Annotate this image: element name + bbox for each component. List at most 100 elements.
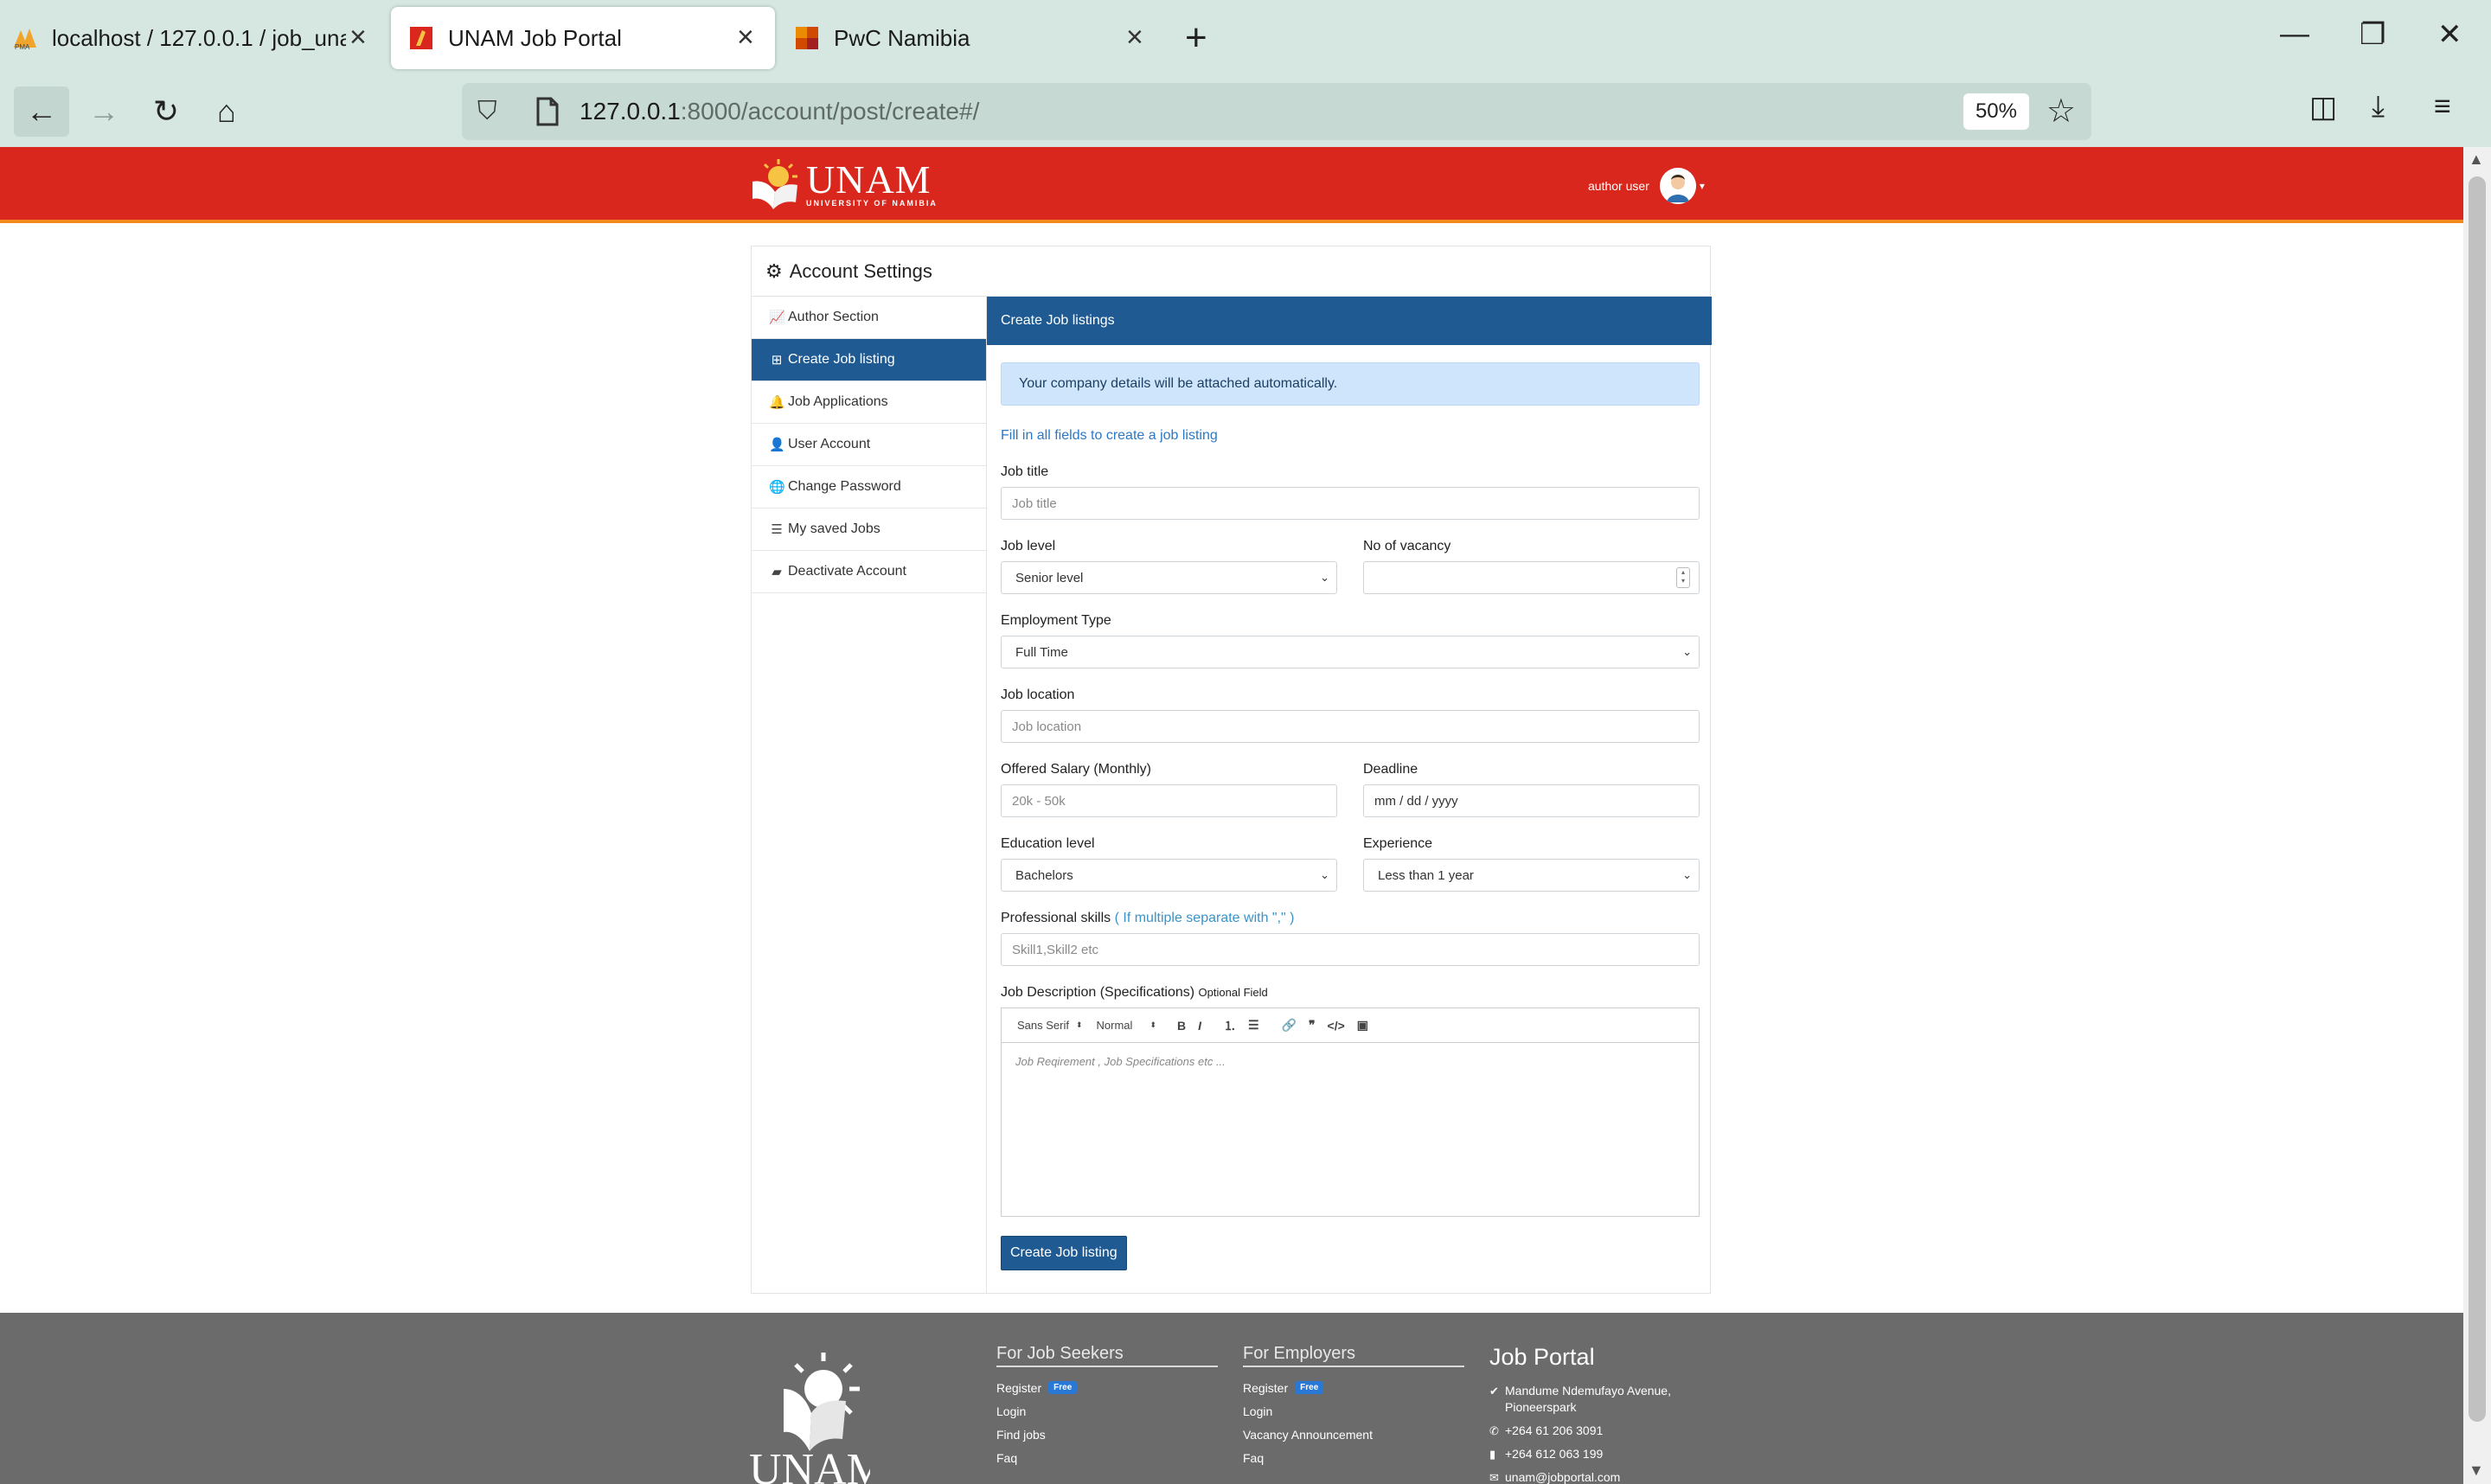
link-icon[interactable]: 🔗 (1282, 1018, 1297, 1033)
address-text: Mandume Ndemufayo Avenue, Pioneerspark (1505, 1384, 1671, 1414)
salary-input[interactable]: 20k - 50k (1001, 784, 1337, 817)
footer-phone: ✆ +264 61 206 3091 (1489, 1423, 1714, 1439)
create-job-listing-button[interactable]: Create Job listing (1001, 1236, 1127, 1270)
menu-icon[interactable]: ≡ (2434, 90, 2451, 124)
code-icon[interactable]: </> (1328, 1019, 1345, 1033)
avatar-person-icon (1659, 168, 1696, 204)
scroll-up-icon[interactable]: ▲ (2469, 150, 2484, 169)
home-icon[interactable]: ⌂ (199, 86, 254, 137)
new-tab-icon[interactable]: + (1185, 19, 1207, 57)
vacancy-number-input[interactable]: ▴ ▾ (1363, 561, 1700, 594)
deadline-date-input[interactable]: mm / dd / yyyy (1363, 784, 1700, 817)
zoom-level-button[interactable]: 50% (1963, 93, 2029, 130)
free-badge: Free (1295, 1381, 1324, 1394)
footer-vacancy-announcement-link[interactable]: Vacancy Announcement (1243, 1423, 1464, 1446)
close-tab-icon[interactable]: × (1126, 22, 1143, 52)
address-bar[interactable]: ⛉ 127.0.0.1:8000/account/post/create#/ 5… (462, 83, 2091, 140)
font-family-select[interactable]: Sans Serif ⬍ (1017, 1019, 1083, 1032)
sidebar-item-label: My saved Jobs (788, 521, 880, 536)
link-text: Register (996, 1380, 1042, 1395)
job-location-label: Job location (1001, 688, 1075, 702)
list-icon: ☰ (771, 522, 783, 537)
scrollbar-thumb[interactable] (2469, 176, 2486, 1422)
email-text: unam@jobportal.com (1505, 1470, 1621, 1484)
footer-contact: Job Portal ✔ Mandume Ndemufayo Avenue, Pi… (1489, 1344, 1714, 1484)
sidebar-item-job-applications[interactable]: 🔔 Job Applications (752, 381, 986, 424)
footer-employers-register-link[interactable]: Register Free (1243, 1376, 1464, 1399)
avatar[interactable] (1659, 168, 1696, 204)
editor-content-area[interactable] (1002, 1043, 1699, 1216)
ordered-list-icon[interactable]: ⒈ (1224, 1017, 1236, 1034)
tab-unam-job-portal[interactable]: UNAM Job Portal × (391, 7, 775, 69)
sidebar-item-deactivate-account[interactable]: ▰ Deactivate Account (752, 551, 986, 593)
deadline-label: Deadline (1363, 762, 1418, 777)
footer-employers-faq-link[interactable]: Faq (1243, 1446, 1464, 1469)
chevron-down-icon: ⌄ (1320, 868, 1329, 881)
download-icon[interactable]: ⤓ (2372, 90, 2385, 124)
pocket-icon[interactable]: ◫ (2309, 90, 2337, 125)
back-icon[interactable]: ← (14, 86, 69, 137)
restore-icon[interactable]: ❐ (2360, 17, 2385, 52)
minimize-icon[interactable]: — (2280, 17, 2309, 51)
sidebar-item-change-password[interactable]: 🌐 Change Password (752, 466, 986, 509)
job-title-input[interactable]: Job title (1001, 487, 1700, 520)
bullet-list-icon[interactable]: ☰ (1248, 1018, 1259, 1033)
sidebar-item-label: Deactivate Account (788, 564, 906, 579)
tab-pwc-namibia[interactable]: PwC Namibia × (794, 7, 1157, 69)
reload-icon[interactable]: ↻ (138, 86, 194, 137)
url-text[interactable]: 127.0.0.1:8000/account/post/create#/ (580, 98, 979, 125)
chevron-down-icon: ⌄ (1682, 645, 1692, 658)
sidebar-item-create-job-listing[interactable]: ⊞ Create Job listing (752, 339, 986, 381)
phone-icon: ✆ (1489, 1424, 1499, 1437)
experience-select[interactable]: Less than 1 year ⌄ (1363, 859, 1700, 892)
unam-sun-book-icon (752, 159, 797, 209)
close-tab-icon[interactable]: × (349, 22, 367, 52)
user-menu[interactable]: author user ▾ (1588, 168, 1705, 204)
experience-value: Less than 1 year (1378, 867, 1474, 883)
footer-employers-title: For Employers (1243, 1344, 1464, 1367)
job-level-select[interactable]: Senior level ⌄ (1001, 561, 1337, 594)
footer-find-jobs-link[interactable]: Find jobs (996, 1423, 1218, 1446)
blockquote-icon[interactable]: ❞ (1309, 1018, 1316, 1033)
education-select[interactable]: Bachelors ⌄ (1001, 859, 1337, 892)
employment-type-select[interactable]: Full Time ⌄ (1001, 636, 1700, 668)
sidebar-item-my-saved-jobs[interactable]: ☰ My saved Jobs (752, 509, 986, 551)
user-name: author user (1588, 179, 1649, 193)
user-cog-icon: 👤 (769, 438, 785, 452)
folder-icon: ▰ (772, 565, 782, 579)
url-host: 127.0.0.1 (580, 98, 681, 125)
page-scrollbar[interactable]: ▲ ▼ (2463, 147, 2491, 1484)
optional-field-note: Optional Field (1198, 986, 1268, 999)
tab-title: localhost / 127.0.0.1 / job_unam (52, 24, 346, 51)
footer-seekers-register-link[interactable]: Register Free (996, 1376, 1218, 1399)
font-size-select[interactable]: Normal ⬍ (1097, 1019, 1156, 1032)
close-window-icon[interactable]: ✕ (2437, 17, 2462, 52)
shield-icon[interactable]: ⛉ (477, 97, 512, 126)
bold-icon[interactable]: B (1177, 1019, 1186, 1033)
plus-square-icon: ⊞ (771, 353, 783, 368)
job-location-input[interactable]: Job location (1001, 710, 1700, 743)
job-level-label: Job level (1001, 539, 1056, 553)
scroll-down-icon[interactable]: ▼ (2469, 1462, 2484, 1480)
footer-email[interactable]: ✉ unam@jobportal.com (1489, 1469, 1714, 1484)
number-spinner-icon[interactable]: ▴ ▾ (1676, 567, 1690, 588)
unam-logo[interactable]: UNAM UNIVERSITY OF NAMIBIA (749, 157, 938, 211)
image-icon[interactable]: ▣ (1357, 1018, 1368, 1033)
bookmark-star-icon[interactable]: ☆ (2046, 92, 2076, 131)
footer-seekers-faq-link[interactable]: Faq (996, 1446, 1218, 1469)
skills-input[interactable]: Skill1,Skill2 etc (1001, 933, 1700, 966)
sidebar-item-author-section[interactable]: 📈 Author Section (752, 297, 986, 339)
chevron-down-icon: ⌄ (1682, 868, 1692, 881)
page-viewport: UNAM UNIVERSITY OF NAMIBIA author user ▾… (0, 147, 2463, 1484)
tab-phpmyadmin[interactable]: PMA localhost / 127.0.0.1 / job_unam × (12, 7, 375, 69)
chevron-down-icon[interactable]: ▾ (1700, 180, 1705, 192)
page-info-icon[interactable] (535, 97, 560, 126)
close-tab-icon[interactable]: × (737, 22, 754, 52)
footer-employers-login-link[interactable]: Login (1243, 1399, 1464, 1423)
italic-icon[interactable]: I (1198, 1019, 1201, 1033)
forward-icon[interactable]: → (76, 86, 131, 137)
footer-seekers-login-link[interactable]: Login (996, 1399, 1218, 1423)
tab-title: UNAM Job Portal (448, 24, 622, 51)
alert-text: Your company details will be attached au… (1019, 376, 1338, 391)
sidebar-item-user-account[interactable]: 👤 User Account (752, 424, 986, 466)
